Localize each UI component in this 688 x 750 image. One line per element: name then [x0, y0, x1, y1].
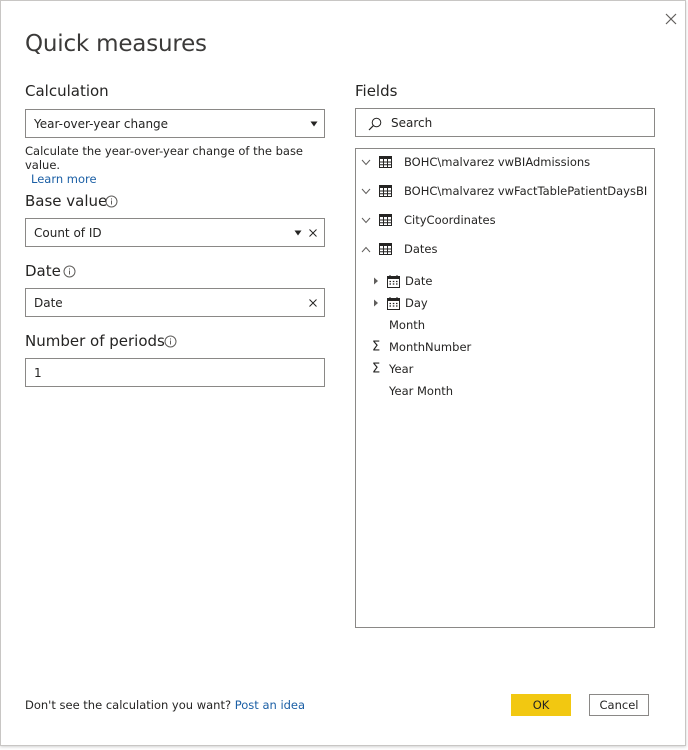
- field-row[interactable]: Σ Year: [356, 359, 654, 379]
- field-name: Date: [405, 274, 433, 288]
- calendar-icon: [387, 275, 400, 288]
- field-row[interactable]: Date: [356, 271, 654, 291]
- table-icon: [379, 156, 392, 168]
- field-row[interactable]: Day: [356, 293, 654, 313]
- chevron-icon[interactable]: [361, 188, 371, 195]
- field-row[interactable]: Σ MonthNumber: [356, 337, 654, 357]
- date-field[interactable]: Date: [25, 288, 325, 317]
- date-field-text: Date: [34, 295, 63, 310]
- calculation-dropdown[interactable]: Year-over-year change: [25, 109, 325, 138]
- table-icon: [379, 243, 392, 255]
- field-name: Year: [389, 362, 414, 376]
- chevron-icon[interactable]: [361, 159, 371, 166]
- field-name: Day: [405, 296, 428, 310]
- footer-prompt: Don't see the calculation you want? Post…: [25, 698, 306, 712]
- field-name: Year Month: [389, 384, 454, 398]
- search-icon: [368, 117, 382, 131]
- cancel-button[interactable]: Cancel: [589, 694, 649, 716]
- field-row[interactable]: Month: [356, 315, 654, 335]
- table-name: BOHC\malvarez vwBIAdmissions: [404, 155, 591, 169]
- expand-arrow-icon[interactable]: [373, 299, 379, 307]
- base-value-label: Base value: [25, 192, 108, 210]
- search-input[interactable]: Search: [355, 108, 655, 137]
- periods-input[interactable]: 1: [25, 358, 325, 387]
- tree-table-row[interactable]: BOHC\malvarez vwFactTablePatientDaysBI: [356, 181, 654, 201]
- learn-more-link[interactable]: Learn more: [31, 172, 97, 186]
- calculation-description: Calculate the year-over-year change of t…: [25, 144, 304, 186]
- clear-icon[interactable]: [308, 228, 318, 238]
- expand-arrow-icon[interactable]: [373, 277, 379, 285]
- field-name: Month: [389, 318, 426, 332]
- field-row[interactable]: Year Month: [356, 381, 654, 401]
- tree-table-row[interactable]: CityCoordinates: [356, 210, 654, 230]
- info-icon: [63, 265, 76, 278]
- quick-measures-dialog: Quick measures Calculation Year-over-yea…: [0, 0, 686, 746]
- close-button[interactable]: [661, 9, 681, 29]
- ok-button[interactable]: OK: [511, 694, 571, 716]
- caret-down-icon[interactable]: [294, 229, 302, 237]
- table-name: Dates: [404, 242, 438, 256]
- periods-label: Number of periods: [25, 332, 165, 350]
- close-icon: [665, 13, 677, 25]
- sigma-icon: Σ: [372, 361, 381, 377]
- calendar-icon: [387, 297, 400, 310]
- base-value-text: Count of ID: [34, 225, 102, 240]
- tree-table-row[interactable]: Dates: [356, 239, 654, 259]
- info-icon: [105, 195, 118, 208]
- table-icon: [379, 214, 392, 226]
- table-name: CityCoordinates: [404, 213, 496, 227]
- periods-value: 1: [34, 365, 42, 380]
- chevron-icon[interactable]: [361, 217, 371, 224]
- search-placeholder: Search: [391, 115, 433, 130]
- sigma-icon: Σ: [372, 339, 381, 355]
- tree-table-row[interactable]: BOHC\malvarez vwBIAdmissions: [356, 152, 654, 172]
- table-icon: [379, 185, 392, 197]
- calculation-label: Calculation: [25, 82, 109, 100]
- dialog-title: Quick measures: [25, 31, 207, 57]
- fields-tree: BOHC\malvarez vwBIAdmissions BOHC\malvar…: [355, 148, 655, 628]
- field-name: MonthNumber: [389, 340, 472, 354]
- info-icon: [164, 335, 177, 348]
- caret-down-icon: [310, 121, 318, 127]
- table-name: BOHC\malvarez vwFactTablePatientDaysBI: [404, 184, 648, 198]
- post-idea-link[interactable]: Post an idea: [235, 698, 305, 712]
- fields-label: Fields: [355, 82, 398, 100]
- clear-icon[interactable]: [308, 298, 318, 308]
- base-value-field[interactable]: Count of ID: [25, 218, 325, 247]
- date-label: Date: [25, 262, 61, 280]
- calculation-selected: Year-over-year change: [34, 116, 169, 131]
- chevron-up-icon[interactable]: [361, 246, 371, 253]
